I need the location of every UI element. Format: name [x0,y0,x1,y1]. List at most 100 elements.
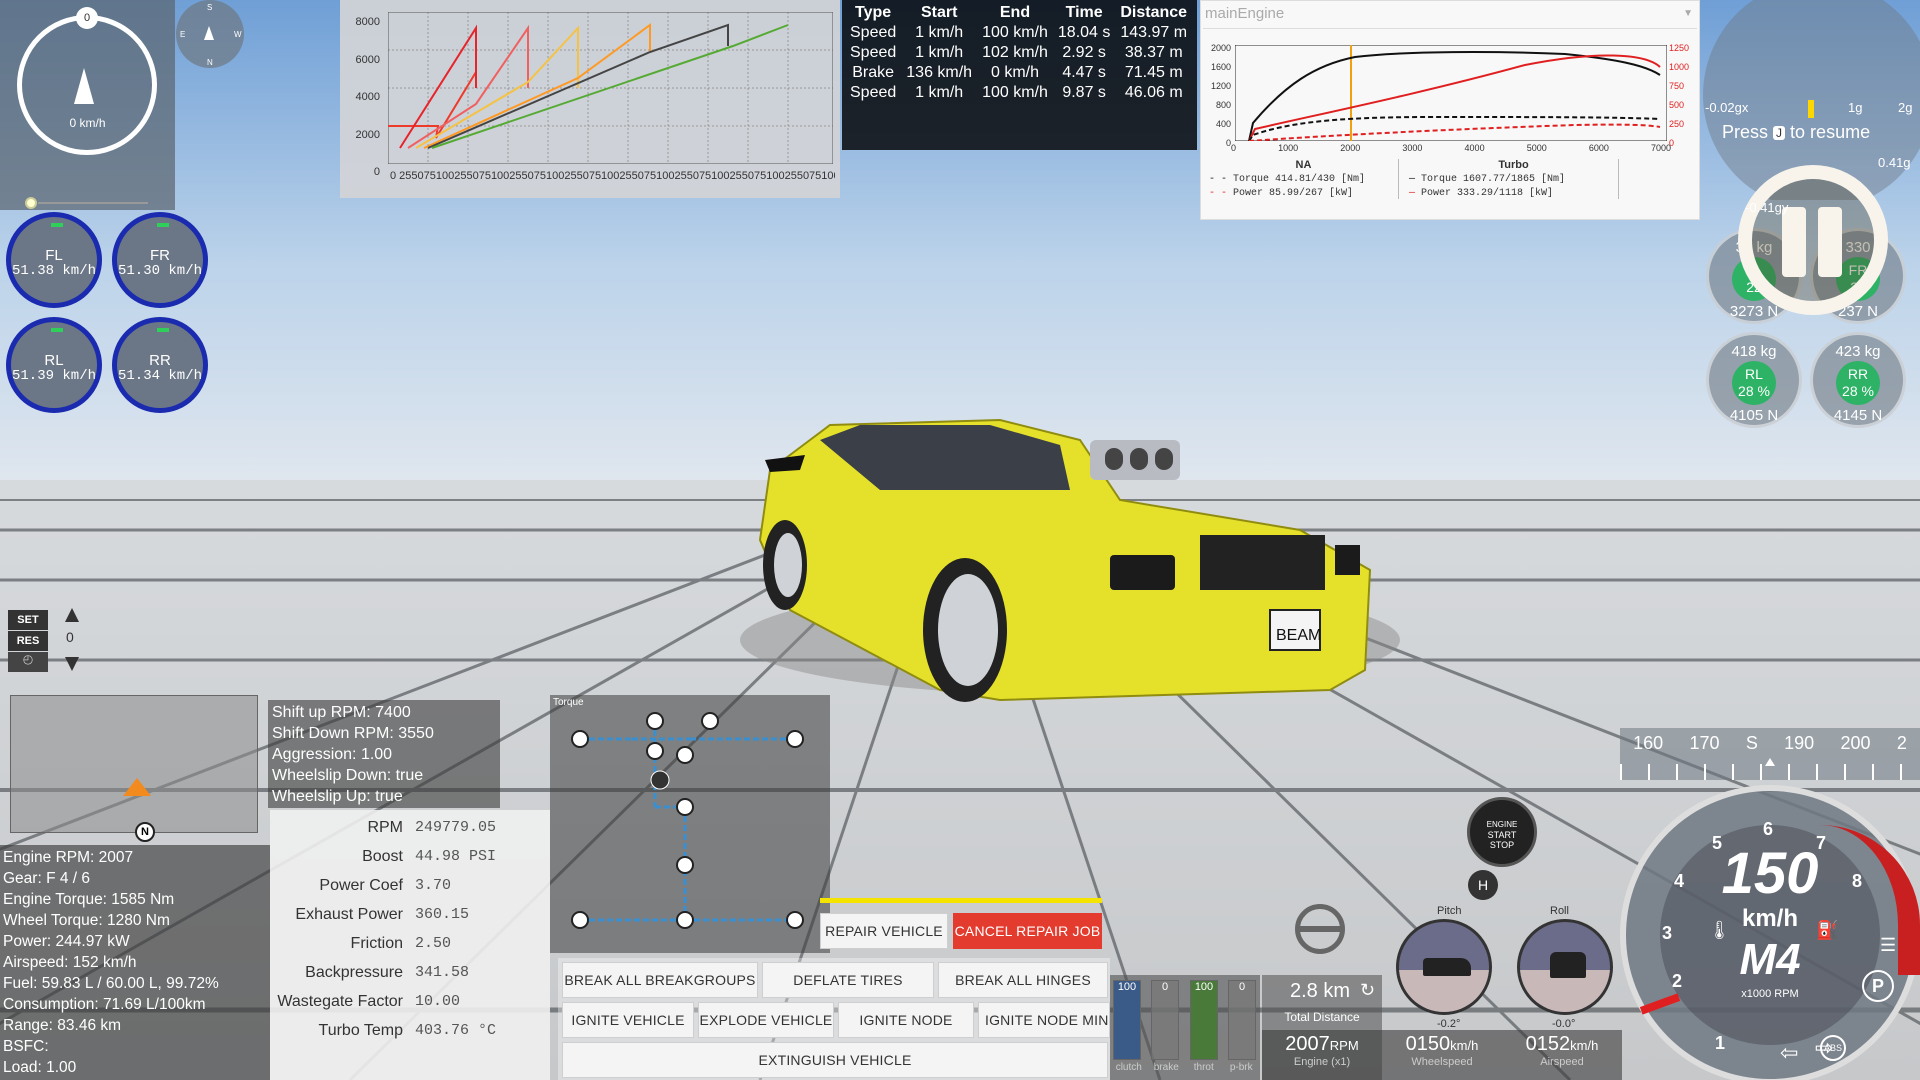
compass-s: S [207,3,213,12]
fuel-icon: ⛽ [1816,920,1839,940]
turn-signal-right-icon[interactable]: ⇨ [1815,1035,1833,1061]
wheel-rr: RR 51.34 km/h [112,317,208,413]
nav-zoom-badge[interactable]: 0 [76,7,98,29]
ignite-vehicle-button[interactable]: IGNITE VEHICLE [562,1002,694,1038]
ignite-node-minimal-button[interactable]: IGNITE NODE MINIM [978,1002,1110,1038]
engine-node-icon [646,712,664,730]
wheel-node-icon [571,730,589,748]
truck-front-icon [1550,952,1586,978]
repair-vehicle-button[interactable]: REPAIR VEHICLE [820,913,948,949]
nav-zoom-slider-track[interactable] [38,202,148,204]
gforce-1g: 1g [1848,100,1863,115]
pitch-gauge [1396,919,1492,1015]
engine-info-panel: Engine RPM: 2007 Gear: F 4 / 6 Engine Torq… [0,845,270,1080]
brake-bar: 0 [1151,980,1179,1060]
clutch-bar: 100 [1113,980,1141,1060]
airspeed-readout: 0152km/h Airspeed [1525,1033,1599,1068]
gear-indicator: M4 [1739,935,1801,984]
powertrain-diagram: Torque [550,695,830,953]
pause-button[interactable] [1738,165,1888,315]
cruise-up-icon[interactable] [65,608,79,622]
engine-select[interactable]: mainEngine ▼ [1203,5,1697,29]
pedal-label: clutch [1115,1062,1142,1073]
cancel-repair-button[interactable]: CANCEL REPAIR JOB [953,913,1102,949]
tach-num: 1 [1715,1033,1726,1053]
gforce-dot [1808,100,1814,118]
repair-progress-bar [820,898,1102,903]
stat-row: Friction 2.50 [350,934,452,953]
reset-trip-icon[interactable]: ↻ [1360,980,1375,1001]
table-row: Brake 136 km/h 0 km/h 4.47 s 71.45 m [852,64,1183,81]
rpm-y-tick: 0 [373,166,380,178]
engine-x-ticks: 0 1000 2000 3000 4000 5000 6000 7000 [1231,143,1671,153]
speed-value: 150 [1721,841,1819,906]
wheel-rl: RL 51.39 km/h [6,317,102,413]
heading-arrow-icon [74,68,94,104]
cruise-res-button[interactable]: RES [8,631,48,651]
col-header: Type [855,4,892,21]
rpm-y-tick: 8000 [355,16,380,28]
deflate-tires-button[interactable]: DEFLATE TIRES [762,962,934,998]
engine-start-stop-button[interactable]: ENGINE START STOP [1467,797,1537,867]
trip-distance: 2.8 km [1289,980,1351,1002]
compass: S N E W [176,0,244,68]
pedal-label: throt [1193,1062,1214,1073]
stat-row: Exhaust Power 360.15 [295,905,470,924]
table-row: Speed 1 km/h 102 km/h 2.92 s 38.37 m [850,44,1183,61]
heading-marker-icon [1765,758,1775,766]
heading-tape: 160 170 S 190 200 2 [1620,728,1920,780]
gforce-value: 0.41g [1878,155,1911,170]
minimap [10,695,258,833]
stat-row: Backpressure 341.58 [305,963,470,982]
col-header: Start [920,4,958,21]
roll-label: Roll [1550,905,1569,917]
coolant-temp-icon: 🌡 [1708,920,1731,940]
col-header: Distance [1120,4,1188,21]
roll-value: -0.0° [1552,1018,1576,1030]
pause-icon [1782,207,1806,277]
wheel-node-icon [786,730,804,748]
rpm-y-tick: 2000 [355,128,380,141]
speedometer-icon[interactable]: ◴ [8,652,48,672]
cruise-set-button[interactable]: SET [8,610,48,630]
wheel-node-icon [571,911,589,929]
extinguish-vehicle-button[interactable]: EXTINGUISH VEHICLE [562,1042,1108,1078]
tach-num: 6 [1763,819,1774,839]
throttle-bar: 100 [1190,980,1218,1060]
stat-row: RPM 249779.05 [367,818,497,837]
stat-row: Power Coef 3.70 [319,876,452,895]
cruise-control: SET RES ◴ 0 [8,605,88,675]
minimap-north-icon: N [135,822,155,842]
rpm-unit: x1000 RPM [1741,988,1799,1000]
turbo-node-icon [701,712,719,730]
acceleration-table: Type Start End Time Distance Speed 1 km/h… [845,3,1192,103]
rpm-y-tick: 6000 [355,53,380,66]
turbo-legend: Turbo — Torque 1607.77/1865 [Nm] — Power… [1409,159,1619,199]
tach-num: 3 [1662,923,1673,943]
license-plate: BEAM [1276,627,1321,644]
table-row: Speed 1 km/h 100 km/h 18.04 s 143.97 m [850,24,1188,41]
rpm-graph-plot [388,12,833,164]
pause-hint: Press J to resume [1722,122,1871,142]
turn-signal-left-icon[interactable]: ⇦ [1780,1040,1798,1066]
compass-e: E [180,30,186,39]
explode-vehicle-button[interactable]: EXPLODE VEHICLE [698,1002,834,1038]
wheelspeed-readout: 0150km/h Wheelspeed [1405,1033,1479,1068]
gforce-2g: 2g [1898,100,1913,115]
key-icon: J [1773,126,1786,141]
stat-row: Boost 44.98 PSI [362,847,497,866]
roll-gauge [1517,919,1613,1015]
break-all-hinges-button[interactable]: BREAK ALL HINGES [938,962,1108,998]
player-arrow-icon [123,778,151,796]
cruise-down-icon[interactable] [65,657,79,671]
engine-rpm-readout: 2007RPM Engine (x1) [1285,1033,1359,1068]
pitch-value: -0.2° [1437,1018,1461,1030]
break-all-breakgroups-button[interactable]: BREAK ALL BREAKGROUPS [562,962,758,998]
handbrake-icon: H [1468,870,1498,900]
differential-node-icon [676,911,694,929]
rpm-y-tick: 4000 [355,91,380,103]
wheel-fr: FR 51.30 km/h [112,212,208,308]
nav-zoom-slider-handle[interactable] [25,197,37,209]
ignite-node-button[interactable]: IGNITE NODE [838,1002,974,1038]
gforce-y-value: -0.41gy [1745,200,1789,215]
